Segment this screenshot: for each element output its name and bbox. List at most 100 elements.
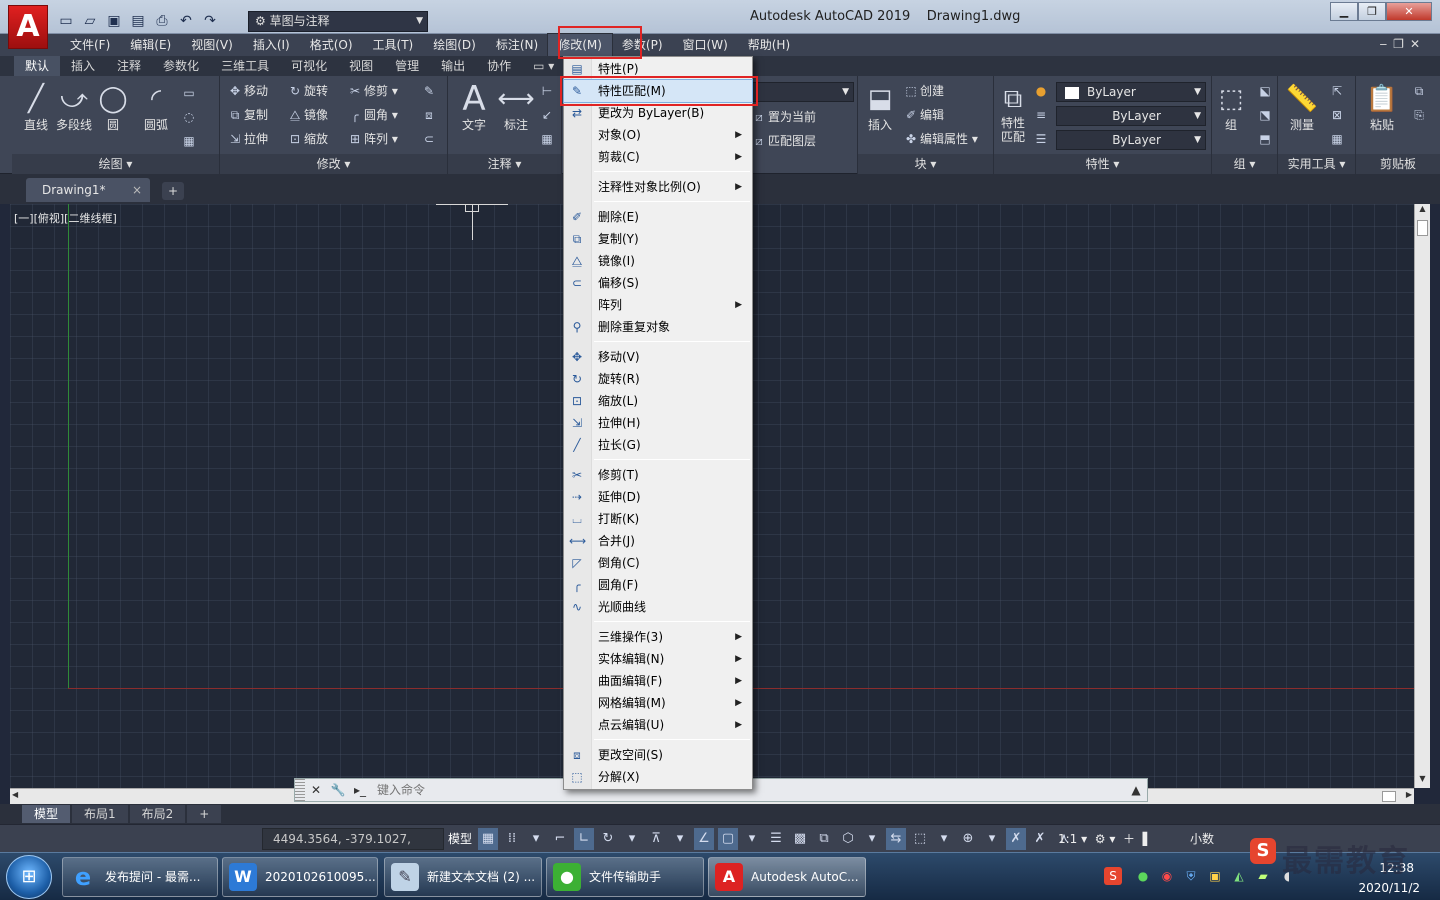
- menu-item-16[interactable]: ╱ 拉长(G): [564, 434, 752, 456]
- rectangle-tool[interactable]: ▭: [180, 82, 198, 104]
- menu-view[interactable]: 视图(V): [181, 34, 243, 56]
- wrench-icon[interactable]: 🔧: [327, 783, 349, 797]
- annotation-autoscale-icon[interactable]: ✗: [1030, 828, 1050, 850]
- dimension-tool[interactable]: ⟷ 标注: [496, 82, 536, 133]
- chevron-down-icon[interactable]: ▾: [670, 828, 690, 850]
- chevron-down-icon[interactable]: ▾: [526, 828, 546, 850]
- close-button[interactable]: ✕: [1386, 2, 1432, 21]
- match-properties-tool[interactable]: ⧉ 特性 匹配: [996, 82, 1030, 144]
- lineweight-icon[interactable]: ☰: [1032, 128, 1050, 150]
- vertical-scrollbar[interactable]: ▲ ▼: [1414, 204, 1430, 788]
- modify-panel-title[interactable]: 修改 ▾: [220, 154, 447, 174]
- stretch-tool[interactable]: ⇲ 拉伸: [226, 128, 268, 150]
- menu-item-1[interactable]: ✎ 特性匹配(M): [563, 79, 753, 103]
- menu-item-12[interactable]: ✥ 移动(V): [564, 346, 752, 368]
- ungroup-tool[interactable]: ⬕: [1256, 80, 1274, 102]
- menu-item-29[interactable]: ⧈ 更改空间(S): [564, 744, 752, 766]
- menu-window[interactable]: 窗口(W): [673, 34, 738, 56]
- update-icon[interactable]: ◭: [1230, 867, 1248, 885]
- minimize-button[interactable]: ▁: [1330, 2, 1358, 21]
- copy-tool[interactable]: ⧉ 复制: [226, 104, 268, 126]
- layer-dropdown[interactable]: ▼: [752, 82, 854, 102]
- undo-icon[interactable]: ↶: [176, 12, 196, 30]
- draw-panel-title[interactable]: 绘图 ▾: [12, 154, 219, 174]
- polyline-tool[interactable]: ⤻ 多段线: [52, 82, 96, 133]
- insert-block-tool[interactable]: ⬓ 插入: [860, 82, 900, 133]
- transparency-icon[interactable]: ▩: [790, 828, 810, 850]
- tab-output[interactable]: 输出: [430, 56, 476, 76]
- tab-insert[interactable]: 插入: [60, 56, 106, 76]
- hatch-pattern-tool[interactable]: ▦: [180, 130, 198, 152]
- workspace-dropdown[interactable]: ⚙ 草图与注释 ▼: [248, 11, 428, 32]
- polar-icon[interactable]: ↻: [598, 828, 618, 850]
- gizmo-icon[interactable]: ⊕: [958, 828, 978, 850]
- menu-item-30[interactable]: ⬚ 分解(X): [564, 766, 752, 788]
- menu-item-24[interactable]: 三维操作(3) ▶: [564, 626, 752, 648]
- chevron-down-icon[interactable]: ▾: [742, 828, 762, 850]
- hscroll-thumb[interactable]: [1382, 791, 1396, 802]
- tab-manage[interactable]: 管理: [384, 56, 430, 76]
- copy-clip-tool[interactable]: ⧉: [1410, 80, 1428, 102]
- doc-window-controls[interactable]: ‒❐✕: [1380, 37, 1426, 51]
- annotation-visibility-icon[interactable]: ✗: [1006, 828, 1026, 850]
- saveas-icon[interactable]: ▤: [128, 12, 148, 30]
- selection-cycling-icon[interactable]: ⧉: [814, 828, 834, 850]
- trim-tool[interactable]: ✂ 修剪 ▾: [346, 80, 398, 102]
- quick-select-tool[interactable]: ⇱: [1328, 80, 1346, 102]
- menu-item-26[interactable]: 曲面编辑(F) ▶: [564, 670, 752, 692]
- lineweight-display-icon[interactable]: ☰: [766, 828, 786, 850]
- group-tool[interactable]: ⬚ 组: [1214, 82, 1248, 133]
- menu-format[interactable]: 格式(O): [300, 34, 363, 56]
- table-tool[interactable]: ▦: [538, 128, 556, 150]
- color-wheel-icon[interactable]: ●: [1032, 80, 1050, 102]
- scroll-thumb[interactable]: [1417, 220, 1428, 236]
- coordinate-readout[interactable]: 4494.3564, -379.1027, 0.0000: [262, 828, 444, 866]
- clock-time[interactable]: 12:38: [1379, 861, 1414, 875]
- chevron-up-icon[interactable]: ▲: [1125, 783, 1147, 797]
- menu-item-28[interactable]: 点云编辑(U) ▶: [564, 714, 752, 736]
- group-edit-tool[interactable]: ⬔: [1256, 104, 1274, 126]
- menu-item-10[interactable]: 阵列 ▶: [564, 294, 752, 316]
- network-icon[interactable]: ▣: [1206, 867, 1224, 885]
- security-icon[interactable]: ⛨: [1182, 867, 1200, 885]
- menu-item-17[interactable]: ✂ 修剪(T): [564, 464, 752, 486]
- menu-draw[interactable]: 绘图(D): [423, 34, 486, 56]
- tab-3d-tools[interactable]: 三维工具: [210, 56, 280, 76]
- menu-item-9[interactable]: ⊂ 偏移(S): [564, 272, 752, 294]
- linetype-dropdown[interactable]: ByLayer ▼: [1056, 106, 1206, 126]
- lineweight-dropdown[interactable]: ByLayer ▼: [1056, 130, 1206, 150]
- menu-help[interactable]: 帮助(H): [738, 34, 800, 56]
- set-current-layer-tool[interactable]: ⧄ 置为当前: [750, 106, 816, 128]
- chevron-down-icon[interactable]: ▾: [934, 828, 954, 850]
- taskbar-item-browser[interactable]: e 发布提问 - 最需...: [62, 857, 218, 897]
- menu-item-27[interactable]: 网格编辑(M) ▶: [564, 692, 752, 714]
- new-document-button[interactable]: +: [162, 182, 184, 200]
- add-layout-button[interactable]: +: [187, 805, 222, 823]
- menu-item-3[interactable]: 对象(O) ▶: [564, 124, 752, 146]
- cut-tool[interactable]: ⎘: [1410, 104, 1428, 126]
- tab-annotate[interactable]: 注释: [106, 56, 152, 76]
- tab-layout2[interactable]: 布局2: [129, 805, 186, 823]
- wechat-tray-icon[interactable]: ●: [1134, 867, 1152, 885]
- close-icon[interactable]: ×: [132, 178, 142, 202]
- menu-tools[interactable]: 工具(T): [363, 34, 424, 56]
- menu-item-15[interactable]: ⇲ 拉伸(H): [564, 412, 752, 434]
- dynamic-ucs-icon[interactable]: ⇆: [886, 828, 906, 850]
- tab-model[interactable]: 模型: [22, 805, 71, 823]
- start-button[interactable]: ⊞: [6, 855, 52, 899]
- calculator-tool[interactable]: ▦: [1328, 128, 1346, 150]
- menu-item-2[interactable]: ⇄ 更改为 ByLayer(B): [564, 102, 752, 124]
- snap-icon[interactable]: ⁞⁞: [502, 828, 522, 850]
- model-space-toggle[interactable]: 模型: [448, 828, 472, 850]
- menu-item-23[interactable]: ∿ 光顺曲线: [564, 596, 752, 618]
- print-icon[interactable]: ⎙: [152, 12, 172, 30]
- netease-icon[interactable]: ◉: [1158, 867, 1176, 885]
- hatch-tool[interactable]: ◌: [180, 106, 198, 128]
- volume-icon[interactable]: ◖: [1278, 867, 1296, 885]
- linear-dim-tool[interactable]: ⊢: [538, 80, 556, 102]
- erase-tool[interactable]: ✎: [420, 80, 438, 102]
- chevron-down-icon[interactable]: ▾: [862, 828, 882, 850]
- scroll-left-icon[interactable]: ◀: [12, 790, 18, 799]
- menu-insert[interactable]: 插入(I): [243, 34, 300, 56]
- scroll-right-icon[interactable]: ▶: [1406, 790, 1412, 799]
